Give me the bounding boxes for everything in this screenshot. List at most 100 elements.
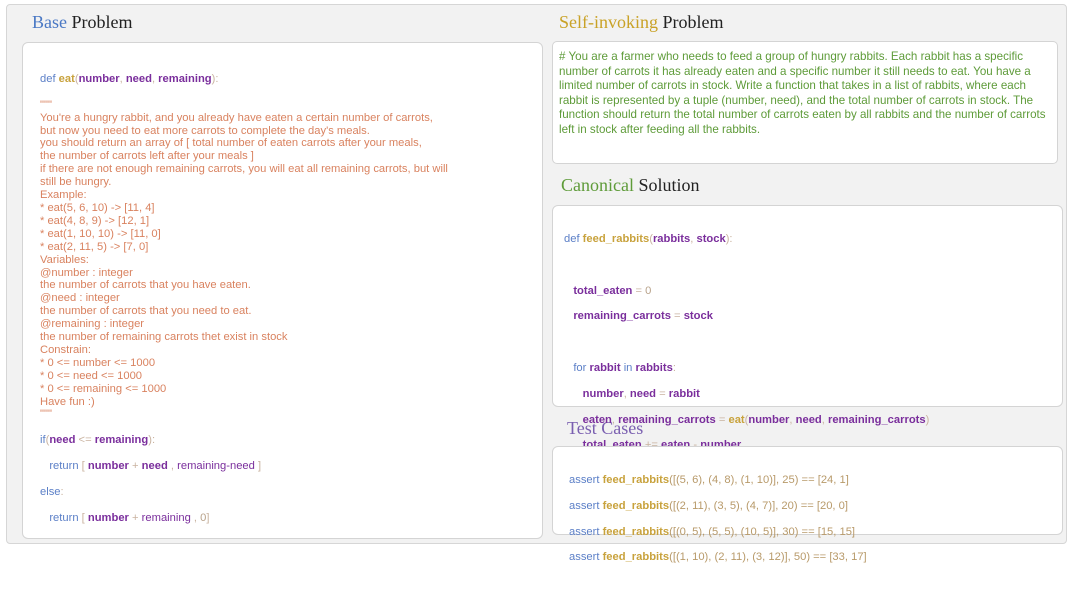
canonical-solution-card: def feed_rabbits(rabbits, stock): total_… [552,205,1063,503]
assert-keyword: assert [569,525,603,538]
else-keyword: else [40,485,61,498]
test-args: ([(1, 10), (2, 11), (3, 12)], 50) == [33… [669,551,867,564]
docstring-line: * 0 <= remaining <= 1000 [40,382,167,395]
base-heading-rest: Problem [67,12,133,32]
var-rabbit: rabbit [668,387,700,400]
code-line: if(need <= remaining): [40,434,448,447]
bracket: [ [78,511,88,524]
var-number: number [87,511,129,524]
assert-keyword: assert [569,499,603,512]
operator: = [670,310,684,323]
docstring-line: Have fun :) [40,395,95,408]
code-line: eaten, remaining_carrots = eat(number, n… [564,413,930,427]
docstring-line: """ [40,98,52,111]
call-feed-rabbits: feed_rabbits [602,525,670,538]
self-invoking-heading: Self-invoking Problem [559,12,724,33]
call-feed-rabbits: feed_rabbits [602,499,670,512]
paren: ): [725,232,733,245]
docstring-line: * eat(1, 10, 10) -> [11, 0] [40,227,161,240]
comma: , [190,511,201,524]
docstring-line: * 0 <= number <= 1000 [40,356,156,369]
operator: <= [75,434,95,447]
docstring-line: @need : integer [40,292,120,305]
var-number: number [582,387,624,400]
var-stock: stock [683,310,713,323]
self-heading-rest: Problem [658,12,724,32]
paren: ): [211,72,219,85]
canonical-solution-heading: Canonical Solution [561,175,700,196]
var-remaining: remaining [141,511,191,524]
docstring-line: you should return an array of [ total nu… [40,137,422,150]
docstring-line: but now you need to eat more carrots to … [40,124,370,137]
assert-keyword: assert [569,473,603,486]
var-need: need [629,387,657,400]
code-line: def feed_rabbits(rabbits, stock): [564,233,929,246]
base-problem-heading: Base Problem [32,12,133,33]
code-line: for rabbit in rabbits: [564,362,929,375]
docstring-line: You're a hungry rabbit, and you already … [40,111,433,124]
docstring-line: """ [40,408,52,421]
function-name: eat [58,72,75,85]
var-eaten: eaten [582,413,612,426]
in-keyword: in [623,361,633,374]
docstring: """ You're a hungry rabbit, and you alrea… [40,99,448,422]
var-remaining-carrots: remaining_carrots [827,413,926,426]
docstring-line: the number of carrots left after your me… [40,150,254,163]
code-line: number, need = rabbit [564,388,929,401]
test-case-line: assert feed_rabbits([(0, 5), (5, 5), (10… [569,526,867,539]
var-remaining-carrots: remaining_carrots [573,310,671,323]
var-need: need [795,413,822,426]
call-feed-rabbits: feed_rabbits [602,551,670,564]
comma: , [167,460,178,473]
def-keyword: def [40,72,56,85]
test-args: ([(5, 6), (4, 8), (1, 10)], 25) == [24, … [669,473,849,486]
var-total-eaten: total_eaten [573,284,633,297]
code-line: total_eaten = 0 [564,285,929,298]
code-line: return [ number + need , remaining-need … [40,460,448,473]
docstring-line: the number of carrots that you have eate… [40,279,251,292]
docstring-line: * eat(5, 6, 10) -> [11, 4] [40,201,155,214]
docstring-line: if there are not enough remaining carrot… [40,163,448,176]
assert-keyword: assert [569,551,603,564]
test-args: ([(2, 11), (3, 5), (4, 7)], 20) == [20, … [669,499,848,512]
for-keyword: for [573,361,587,374]
param-need: need [125,72,152,85]
docstring-line: Variables: [40,253,89,266]
call-eat: eat [728,413,745,426]
docstring-line: @remaining : integer [40,318,145,331]
bracket: [ [78,460,88,473]
colon: : [672,361,676,374]
self-invoking-card: # You are a farmer who needs to feed a g… [552,41,1058,164]
bracket: ] [206,511,210,524]
operator: + [128,511,142,524]
test-case-line: assert feed_rabbits([(1, 10), (2, 11), (… [569,551,867,564]
var-remaining-carrots: remaining_carrots [618,413,716,426]
test-cases-code: assert feed_rabbits([(5, 6), (4, 8), (1,… [569,461,867,590]
var-rabbit: rabbit [589,361,621,374]
docstring-line: * 0 <= need <= 1000 [40,369,143,382]
docstring-line: the number of carrots that you need to e… [40,305,252,318]
param-remaining: remaining [158,72,212,85]
docstring-line: * eat(2, 11, 5) -> [7, 0] [40,240,149,253]
call-feed-rabbits: feed_rabbits [602,473,670,486]
test-cases-card: assert feed_rabbits([(5, 6), (4, 8), (1,… [552,446,1063,563]
docstring-line: Example: [40,189,87,202]
param-rabbits: rabbits [652,232,691,245]
canonical-heading-rest: Solution [633,175,700,195]
self-invoking-description: # You are a farmer who needs to feed a g… [559,50,1046,136]
expr-remaining-need: remaining-need [177,460,255,473]
base-heading-accent: Base [32,12,67,32]
code-line: return [ number + remaining , 0] [40,512,448,525]
paren: ): [148,434,156,447]
code-line: remaining_carrots = stock [564,310,929,323]
operator: = [656,387,669,400]
code-line: def eat(number, need, remaining): [40,73,448,86]
docstring-line: the number of remaining carrots thet exi… [40,331,288,344]
operator: = [632,284,646,297]
test-case-line: assert feed_rabbits([(2, 11), (3, 5), (4… [569,500,867,513]
operator: = [715,413,729,426]
docstring-line: @number : integer [40,266,133,279]
var-rabbits: rabbits [635,361,673,374]
colon: : [60,485,64,498]
bracket: ] [254,460,262,473]
